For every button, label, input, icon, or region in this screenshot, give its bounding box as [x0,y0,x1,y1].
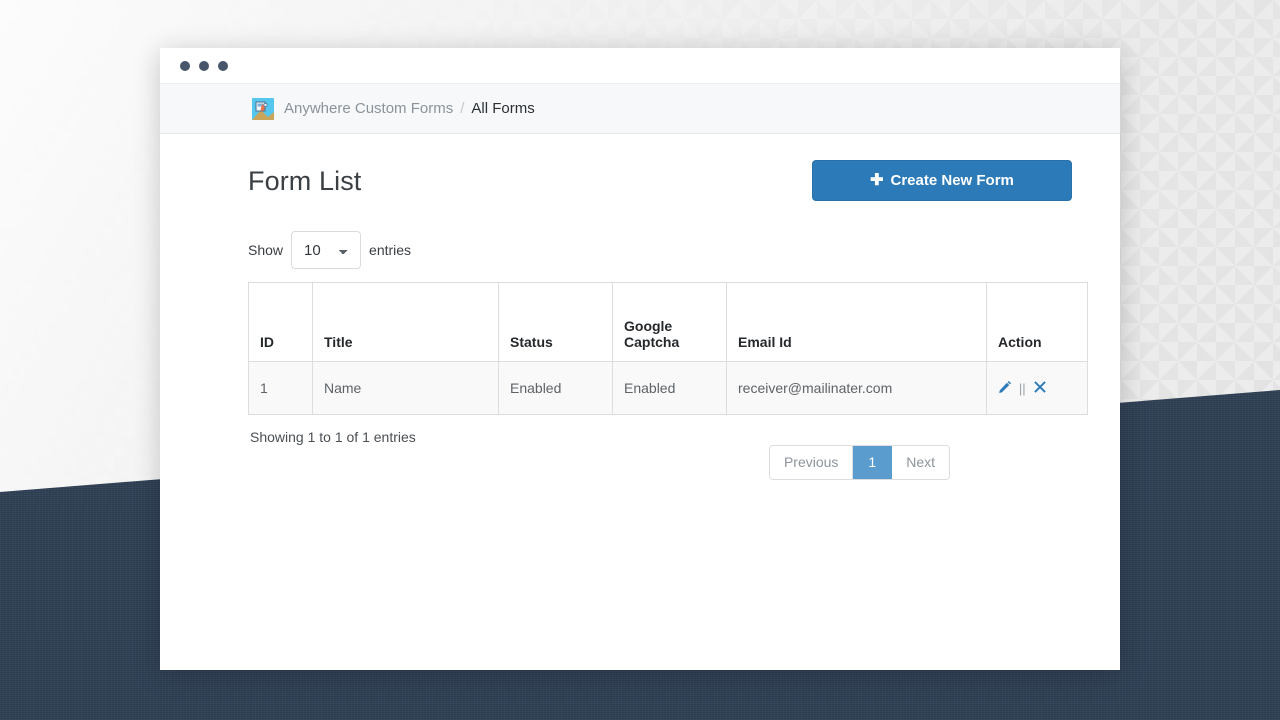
cell-id: 1 [249,362,313,415]
page-header: Form List ✚ Create New Form [248,160,1072,222]
entries-length-menu: Show 10 25 50 100 entries [248,230,1072,270]
window-close-dot[interactable] [180,61,190,71]
column-header-google-captcha[interactable]: Google Captcha [613,283,727,362]
plus-icon: ✚ [870,173,883,189]
table-body: 1 Name Enabled Enabled receiver@mailinat… [249,362,1088,415]
table-footer: Showing 1 to 1 of 1 entries Previous 1 N… [248,429,955,481]
column-header-status[interactable]: Status [499,283,613,362]
cell-google-captcha: Enabled [613,362,727,415]
broken-image-icon [252,98,274,120]
window-minimize-dot[interactable] [199,61,209,71]
window-titlebar [160,48,1120,84]
breadcrumb-current: All Forms [471,100,534,117]
show-label: Show [248,242,283,258]
table-info-text: Showing 1 to 1 of 1 entries [250,429,416,445]
create-new-form-button[interactable]: ✚ Create New Form [812,160,1072,201]
table-header-row: ID Title Status Google Captcha Email Id … [249,283,1088,362]
pagination-page-1[interactable]: 1 [853,446,892,479]
cell-email-id: receiver@mailinater.com [727,362,987,415]
column-header-email-id[interactable]: Email Id [727,283,987,362]
create-new-form-label: Create New Form [891,172,1014,189]
browser-window: Anywhere Custom Forms / All Forms Form L… [160,48,1120,670]
cell-action: || [987,362,1088,415]
table-head: ID Title Status Google Captcha Email Id … [249,283,1088,362]
main-content: Form List ✚ Create New Form Show 10 25 5… [160,134,1120,481]
entries-per-page-select[interactable]: 10 25 50 100 [291,231,361,269]
cell-title: Name [313,362,499,415]
breadcrumb-root-link[interactable]: Anywhere Custom Forms [284,100,453,117]
breadcrumb-separator: / [460,100,464,117]
pagination-next[interactable]: Next [892,446,949,479]
pencil-icon[interactable] [998,380,1012,397]
breadcrumb: Anywhere Custom Forms / All Forms [160,84,1120,134]
table-row: 1 Name Enabled Enabled receiver@mailinat… [249,362,1088,415]
column-header-title[interactable]: Title [313,283,499,362]
forms-table: ID Title Status Google Captcha Email Id … [248,282,1088,415]
pagination-previous[interactable]: Previous [770,446,853,479]
column-header-action: Action [987,283,1088,362]
x-icon[interactable] [1033,380,1047,397]
pagination: Previous 1 Next [769,445,950,480]
action-separator: || [1019,381,1026,396]
window-maximize-dot[interactable] [218,61,228,71]
entries-label: entries [369,242,411,258]
column-header-id[interactable]: ID [249,283,313,362]
cell-status: Enabled [499,362,613,415]
page-title: Form List [248,160,361,197]
